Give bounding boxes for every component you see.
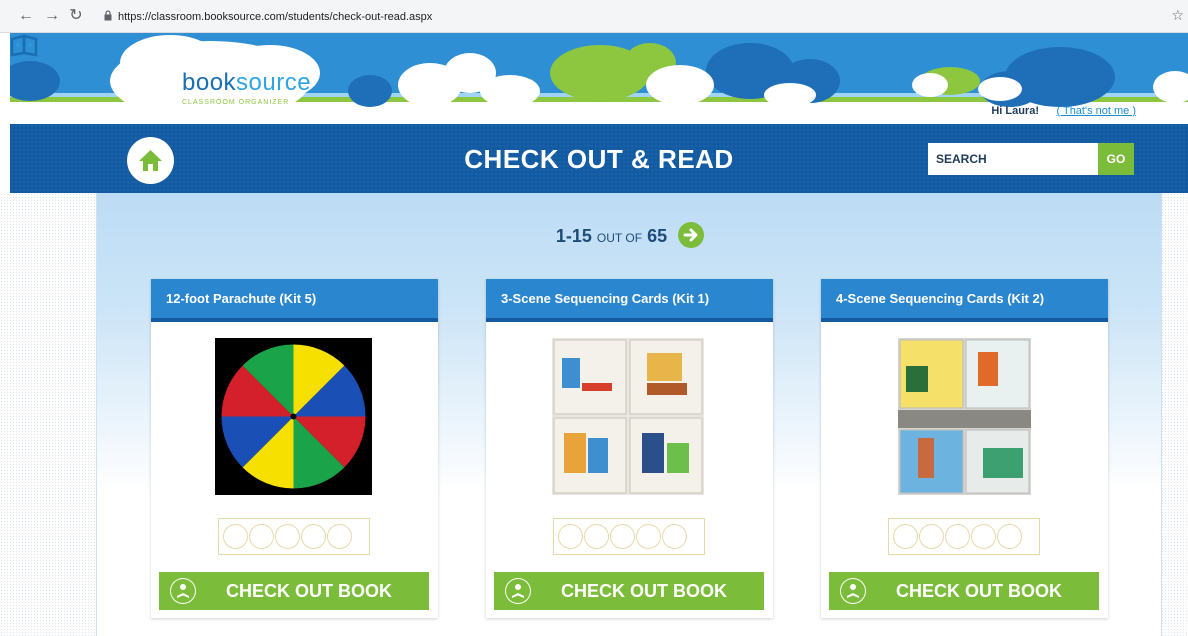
book-title[interactable]: 12-foot Parachute (Kit 5) [151, 279, 438, 322]
content-panel: 1-15 OUT OF 65 12-foot Parachute (Kit 5) [96, 193, 1162, 636]
rating-circle-4[interactable] [636, 524, 661, 549]
book-cover-4-scene-cards[interactable] [898, 338, 1031, 495]
not-me-link[interactable]: ( That's not me ) [1056, 105, 1136, 117]
rating-circle-5[interactable] [662, 524, 687, 549]
reader-icon [170, 578, 196, 604]
user-greeting: Hi Laura! [991, 105, 1039, 117]
check-out-book-button[interactable]: CHECK OUT BOOK [494, 572, 764, 610]
main-area: 1-15 OUT OF 65 12-foot Parachute (Kit 5) [0, 193, 1188, 636]
rating-circle-2[interactable] [584, 524, 609, 549]
page-header: CHECK OUT & READ GO [10, 124, 1188, 193]
book-title[interactable]: 4-Scene Sequencing Cards (Kit 2) [821, 279, 1108, 322]
rating-circle-2[interactable] [919, 524, 944, 549]
reader-icon [505, 578, 531, 604]
book-title[interactable]: 3-Scene Sequencing Cards (Kit 1) [486, 279, 773, 322]
book-card: 3-Scene Sequencing Cards (Kit 1) CHECK O… [486, 279, 773, 618]
pager-range: 1-15 [555, 225, 592, 246]
forward-arrow-icon[interactable]: → [42, 6, 62, 26]
logo-tagline: CLASSROOM ORGANIZER [182, 99, 290, 106]
rating-circle-5[interactable] [327, 524, 352, 549]
rating-circle-3[interactable] [275, 524, 300, 549]
rating-circle-3[interactable] [610, 524, 635, 549]
reader-icon [840, 578, 866, 604]
check-out-label: CHECK OUT BOOK [561, 581, 727, 601]
rating-circle-1[interactable] [558, 524, 583, 549]
pager-total: 65 [647, 225, 668, 246]
booksource-logo[interactable]: booksource [182, 69, 311, 97]
search-input[interactable] [928, 143, 1098, 175]
search-go-button[interactable]: GO [1098, 143, 1134, 175]
rating-circle-1[interactable] [893, 524, 918, 549]
rating-circle-4[interactable] [301, 524, 326, 549]
reload-icon[interactable]: ↻ [66, 6, 86, 26]
pagination: 1-15 OUT OF 65 [97, 222, 1163, 250]
rating-circle-4[interactable] [971, 524, 996, 549]
next-page-button[interactable] [678, 222, 705, 248]
rating-circle-2[interactable] [249, 524, 274, 549]
book-cover-parachute[interactable] [215, 338, 372, 495]
check-out-book-button[interactable]: CHECK OUT BOOK [829, 572, 1099, 610]
back-arrow-icon[interactable]: ← [16, 6, 36, 26]
logo-text-book: book [182, 69, 237, 96]
check-out-label: CHECK OUT BOOK [226, 581, 392, 601]
address-bar[interactable]: https://classroom.booksource.com/student… [100, 5, 1160, 29]
logo-text-source: source [236, 69, 312, 96]
pager-out-of: OUT OF [596, 230, 643, 245]
booksource-logo-icon [10, 34, 38, 57]
rating-circle-3[interactable] [945, 524, 970, 549]
bookmark-star-icon[interactable]: ☆ [1171, 7, 1184, 24]
book-card: 4-Scene Sequencing Cards (Kit 2) CHECK O… [821, 279, 1108, 618]
check-out-book-button[interactable]: CHECK OUT BOOK [159, 572, 429, 610]
arrow-right-icon [683, 228, 698, 242]
browser-toolbar: ← → ↻ https://classroom.booksource.com/s… [0, 0, 1188, 33]
star-rating[interactable] [553, 518, 705, 555]
star-rating[interactable] [888, 518, 1040, 555]
rating-circle-1[interactable] [223, 524, 248, 549]
rating-circle-5[interactable] [997, 524, 1022, 549]
check-out-label: CHECK OUT BOOK [896, 581, 1062, 601]
book-card: 12-foot Parachute (Kit 5) CHECK OUT BOOK [151, 279, 438, 618]
star-rating[interactable] [218, 518, 370, 555]
book-cover-3-scene-cards[interactable] [552, 338, 704, 495]
